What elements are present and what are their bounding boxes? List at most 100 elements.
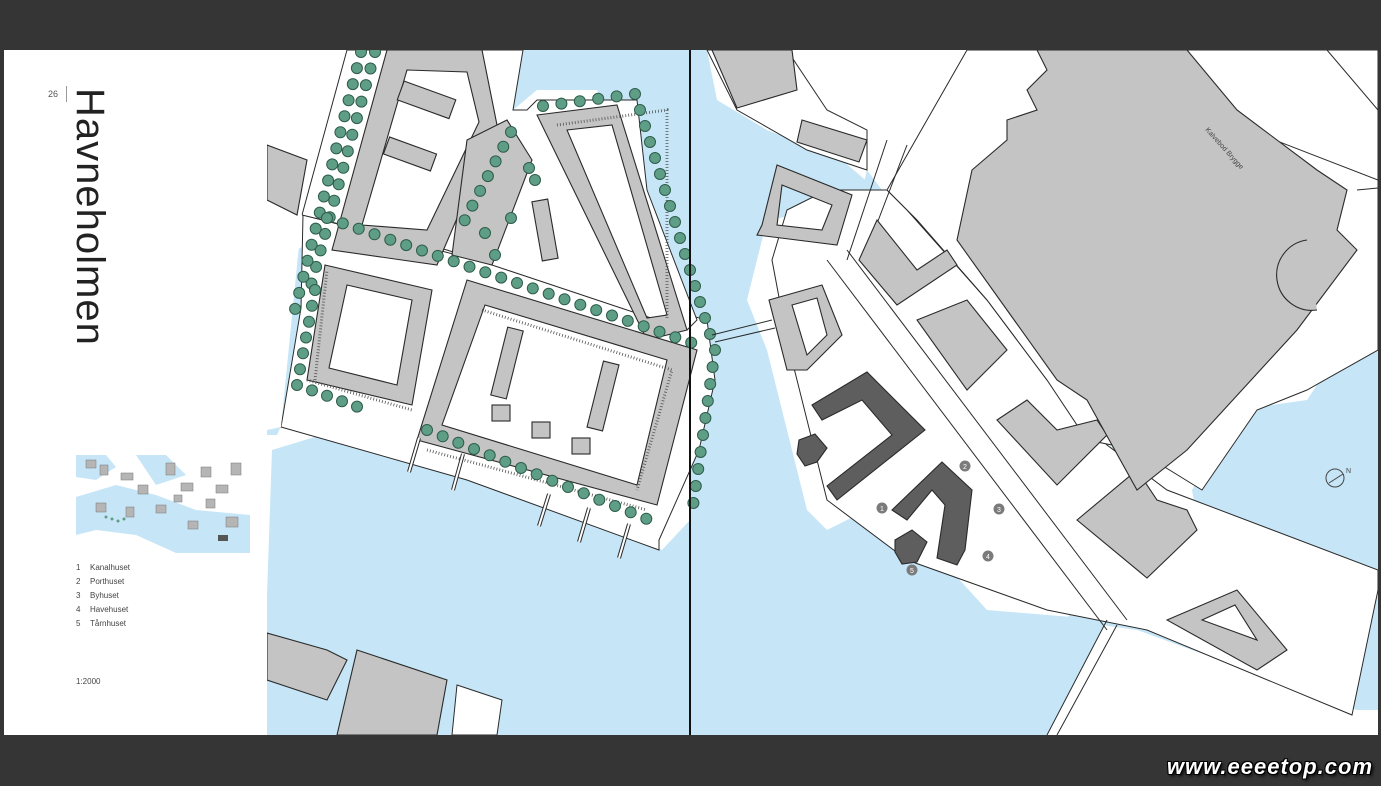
tree: [669, 331, 682, 344]
tree: [546, 474, 559, 487]
tree: [593, 493, 606, 506]
building-legend: 1 Kanalhuset 2 Porthuset 3 Byhuset 4 Havehus…: [76, 563, 130, 633]
tree: [341, 145, 354, 158]
marker-5: 5: [906, 564, 918, 576]
tree: [634, 104, 646, 116]
tree: [350, 62, 363, 75]
tree: [355, 50, 367, 58]
tree: [610, 90, 623, 103]
tree: [699, 412, 712, 424]
tree: [321, 212, 333, 224]
tree: [515, 462, 527, 474]
tree: [558, 293, 571, 306]
svg-text:4: 4: [986, 554, 990, 561]
tree: [689, 480, 702, 492]
page-number: 26: [48, 89, 59, 99]
tree: [483, 449, 496, 462]
tree: [689, 280, 701, 292]
tree: [421, 424, 433, 436]
tree: [555, 97, 568, 110]
tree: [530, 468, 543, 481]
tree: [309, 284, 321, 296]
tree: [336, 217, 349, 230]
tree: [342, 94, 355, 107]
marker-3: 3: [993, 503, 1005, 515]
site-plan-map: 1 2 3 4 5 Kalvebod Brygge N: [267, 50, 1378, 735]
svg-text:5: 5: [910, 568, 914, 575]
map-scale: 1:2000: [76, 677, 101, 686]
tree: [336, 395, 348, 408]
tree: [289, 302, 302, 315]
page-number-divider: [66, 86, 67, 102]
tree: [303, 315, 315, 328]
tree: [653, 325, 666, 338]
tree: [511, 277, 523, 289]
tree: [466, 199, 479, 212]
tree: [352, 222, 365, 235]
page-title: Havneholmen: [68, 88, 112, 346]
tree: [694, 296, 706, 308]
tree: [330, 142, 343, 155]
marker-4: 4: [982, 550, 994, 562]
legend-item: 3 Byhuset: [76, 591, 119, 600]
tree: [293, 286, 306, 299]
tree: [479, 266, 492, 279]
tree: [577, 487, 590, 500]
tree: [368, 228, 381, 241]
tree: [300, 331, 312, 344]
tree: [574, 298, 587, 311]
tree: [291, 379, 303, 391]
tree: [701, 395, 714, 407]
svg-text:3: 3: [997, 507, 1001, 514]
tree: [624, 506, 637, 519]
tree: [294, 363, 306, 376]
north-label: N: [1346, 468, 1351, 475]
tree: [346, 78, 359, 91]
tree: [637, 320, 650, 333]
tree: [297, 270, 310, 283]
tree: [649, 152, 661, 164]
tree: [542, 287, 555, 300]
book-page: 26 Havneholmen 1 Kanalhuset 2 Porthuset …: [4, 50, 1378, 735]
tree: [669, 216, 681, 228]
tree: [317, 190, 330, 203]
tree: [468, 443, 480, 455]
tree: [537, 100, 549, 112]
tree: [359, 79, 372, 92]
tree: [326, 158, 339, 171]
tree: [416, 244, 428, 257]
tree: [654, 168, 666, 180]
tree: [479, 227, 491, 239]
tree: [697, 429, 709, 441]
watermark-text: www.eeeetop.com: [1166, 754, 1373, 779]
tree: [592, 92, 605, 105]
tree: [523, 162, 535, 174]
tree: [481, 170, 494, 183]
sidebar-panel: 26 Havneholmen 1 Kanalhuset 2 Porthuset …: [4, 50, 267, 735]
tree: [685, 336, 698, 349]
tree: [664, 200, 676, 212]
tree: [590, 304, 603, 317]
tree: [400, 239, 413, 252]
tree: [674, 232, 686, 244]
tree: [351, 400, 363, 413]
tree: [562, 481, 574, 493]
tree: [621, 314, 634, 327]
overview-minimap: [76, 455, 250, 553]
tree: [332, 178, 345, 191]
legend-item: 2 Porthuset: [76, 577, 125, 586]
tree: [364, 62, 377, 75]
marker-2: 2: [959, 460, 971, 472]
tree: [452, 436, 465, 449]
tree: [337, 161, 350, 174]
svg-text:2: 2: [963, 464, 967, 471]
tree: [529, 174, 541, 186]
tree: [704, 328, 716, 340]
tree: [355, 95, 368, 108]
tree: [474, 184, 487, 197]
tree: [499, 455, 512, 468]
tree: [297, 347, 309, 360]
tree: [305, 238, 318, 251]
tree: [709, 344, 721, 356]
legend-item: 4 Havehuset: [76, 605, 129, 614]
